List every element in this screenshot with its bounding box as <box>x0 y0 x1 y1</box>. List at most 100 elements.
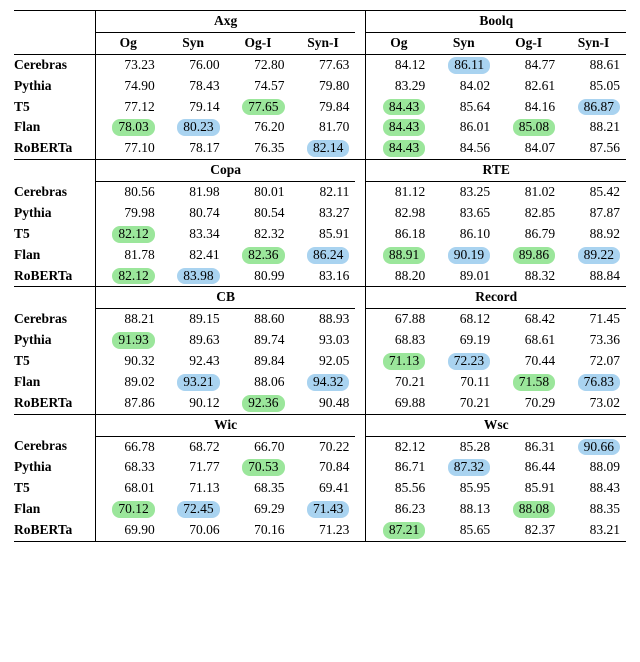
value-cell: 86.18 <box>395 226 425 243</box>
value-cell: 93.03 <box>319 332 349 349</box>
value-td: 69.41 <box>291 478 356 499</box>
value-cell: 88.93 <box>319 311 349 328</box>
value-td: 80.56 <box>95 182 160 203</box>
value-cell: 84.02 <box>460 78 490 95</box>
value-td: 89.01 <box>431 266 496 287</box>
value-cell: 79.98 <box>124 205 154 222</box>
value-td: 82.37 <box>496 520 561 541</box>
value-td: 72.80 <box>226 54 291 75</box>
value-cell: 89.63 <box>189 332 219 349</box>
value-cell: 71.23 <box>319 522 349 539</box>
value-cell: 66.70 <box>254 439 284 456</box>
value-cell: 84.43 <box>383 99 425 116</box>
value-cell: 88.61 <box>590 57 620 74</box>
value-cell: 87.87 <box>590 205 620 222</box>
model-name: T5 <box>14 351 95 372</box>
value-td: 68.35 <box>226 478 291 499</box>
value-cell: 70.84 <box>319 459 349 476</box>
value-cell: 68.61 <box>525 332 555 349</box>
value-cell: 85.65 <box>460 522 490 539</box>
value-cell: 80.54 <box>254 205 284 222</box>
value-cell: 86.71 <box>395 459 425 476</box>
value-td: 76.35 <box>226 138 291 159</box>
value-cell: 93.21 <box>177 374 219 391</box>
value-cell: 86.11 <box>448 57 490 74</box>
value-cell: 87.86 <box>124 395 154 412</box>
value-td: 84.07 <box>496 138 561 159</box>
value-td: 84.56 <box>431 138 496 159</box>
value-cell: 86.87 <box>578 99 620 116</box>
model-name: Flan <box>14 117 95 138</box>
value-cell: 90.48 <box>319 395 349 412</box>
value-cell: 82.12 <box>112 268 154 285</box>
value-cell: 70.16 <box>254 522 284 539</box>
value-td: 69.29 <box>226 499 291 520</box>
model-name: Pythia <box>14 76 95 97</box>
model-col-header <box>14 160 95 181</box>
value-cell: 69.90 <box>124 522 154 539</box>
value-cell: 84.07 <box>525 140 555 157</box>
value-td: 71.77 <box>161 457 226 478</box>
value-td: 88.32 <box>496 266 561 287</box>
value-td: 82.85 <box>496 203 561 224</box>
value-cell: 89.15 <box>189 311 219 328</box>
value-cell: 70.22 <box>319 439 349 456</box>
value-td: 71.43 <box>291 499 356 520</box>
value-td: 68.61 <box>496 330 561 351</box>
value-cell: 82.12 <box>112 226 154 243</box>
value-td: 74.90 <box>95 76 160 97</box>
value-cell: 81.02 <box>525 184 555 201</box>
value-td: 70.53 <box>226 457 291 478</box>
value-cell: 85.64 <box>460 99 490 116</box>
value-td: 88.21 <box>95 309 160 330</box>
value-td: 91.93 <box>95 330 160 351</box>
value-td: 66.78 <box>95 436 160 457</box>
value-td: 88.60 <box>226 309 291 330</box>
subcol-header: Og <box>366 32 431 54</box>
value-td: 72.45 <box>161 499 226 520</box>
value-cell: 79.80 <box>319 78 349 95</box>
value-td: 85.28 <box>431 436 496 457</box>
value-td: 94.32 <box>291 372 356 393</box>
value-td: 83.98 <box>161 266 226 287</box>
value-td: 86.10 <box>431 224 496 245</box>
subcol-header: Og-I <box>226 32 291 54</box>
value-cell: 68.01 <box>124 480 154 497</box>
value-cell: 86.01 <box>460 119 490 136</box>
value-cell: 86.31 <box>525 439 555 456</box>
value-td: 83.29 <box>366 76 431 97</box>
value-td: 70.21 <box>366 372 431 393</box>
model-name: Flan <box>14 372 95 393</box>
value-cell: 80.74 <box>189 205 219 222</box>
value-td: 82.41 <box>161 245 226 266</box>
value-td: 82.12 <box>366 436 431 457</box>
value-td: 92.43 <box>161 351 226 372</box>
value-td: 83.25 <box>431 182 496 203</box>
value-cell: 86.10 <box>460 226 490 243</box>
value-cell: 94.32 <box>307 374 349 391</box>
value-cell: 80.56 <box>124 184 154 201</box>
value-cell: 78.03 <box>112 119 154 136</box>
value-td: 80.99 <box>226 266 291 287</box>
value-cell: 85.28 <box>460 439 490 456</box>
value-td: 86.24 <box>291 245 356 266</box>
value-td: 77.12 <box>95 97 160 118</box>
model-name: RoBERTa <box>14 520 95 541</box>
model-col-header <box>14 11 95 32</box>
value-cell: 83.21 <box>590 522 620 539</box>
value-td: 88.21 <box>561 117 626 138</box>
value-cell: 81.98 <box>189 184 219 201</box>
value-cell: 83.16 <box>319 268 349 285</box>
value-cell: 79.84 <box>319 99 349 116</box>
value-td: 84.02 <box>431 76 496 97</box>
model-name: Pythia <box>14 203 95 224</box>
value-cell: 68.33 <box>124 459 154 476</box>
value-cell: 81.70 <box>319 119 349 136</box>
value-cell: 69.88 <box>395 395 425 412</box>
value-cell: 88.92 <box>590 226 620 243</box>
value-td: 71.13 <box>366 351 431 372</box>
value-td: 84.16 <box>496 97 561 118</box>
value-cell: 70.21 <box>395 374 425 391</box>
value-cell: 71.77 <box>189 459 219 476</box>
value-cell: 70.53 <box>242 459 284 476</box>
